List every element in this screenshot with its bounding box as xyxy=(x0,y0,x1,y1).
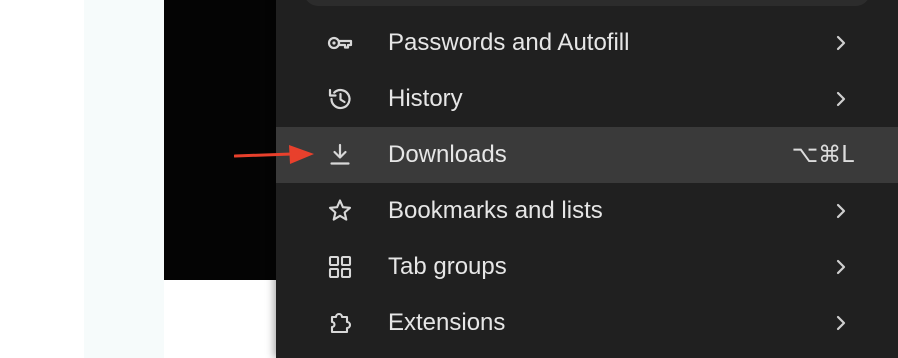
key-icon xyxy=(326,29,354,57)
star-icon xyxy=(326,197,354,225)
background-page-content xyxy=(164,280,276,358)
download-icon xyxy=(326,141,354,169)
history-icon xyxy=(326,85,354,113)
menu-item-passwords-and-autofill[interactable]: Passwords and Autofill xyxy=(276,15,898,71)
tab-groups-icon xyxy=(326,253,354,281)
menu-top-item-edge xyxy=(304,0,870,6)
red-arrow-icon xyxy=(234,145,314,164)
chevron-right-icon xyxy=(836,315,846,331)
menu-item-history[interactable]: History xyxy=(276,71,898,127)
chevron-right-icon xyxy=(836,91,846,107)
extensions-icon xyxy=(326,309,354,337)
menu-item-label: History xyxy=(388,85,463,112)
menu-item-label: Bookmarks and lists xyxy=(388,197,603,224)
keyboard-shortcut: ⌥⌘L xyxy=(791,142,854,168)
chevron-right-icon xyxy=(836,259,846,275)
background-page-edge xyxy=(84,0,164,358)
chevron-right-icon xyxy=(836,203,846,219)
menu-item-tab-groups[interactable]: Tab groups xyxy=(276,239,898,295)
chevron-right-icon xyxy=(836,35,846,51)
background-dark-image xyxy=(164,0,276,280)
menu-item-downloads[interactable]: Downloads ⌥⌘L xyxy=(276,127,898,183)
menu-item-extensions[interactable]: Extensions xyxy=(276,295,898,351)
screenshot-stage: Passwords and Autofill History Downloads… xyxy=(0,0,898,358)
menu-item-label: Passwords and Autofill xyxy=(388,29,630,56)
menu-item-label: Downloads xyxy=(388,141,507,168)
menu-item-label: Extensions xyxy=(388,309,506,336)
menu-item-bookmarks-and-lists[interactable]: Bookmarks and lists xyxy=(276,183,898,239)
browser-menu: Passwords and Autofill History Downloads… xyxy=(276,0,898,358)
menu-item-label: Tab groups xyxy=(388,253,507,280)
